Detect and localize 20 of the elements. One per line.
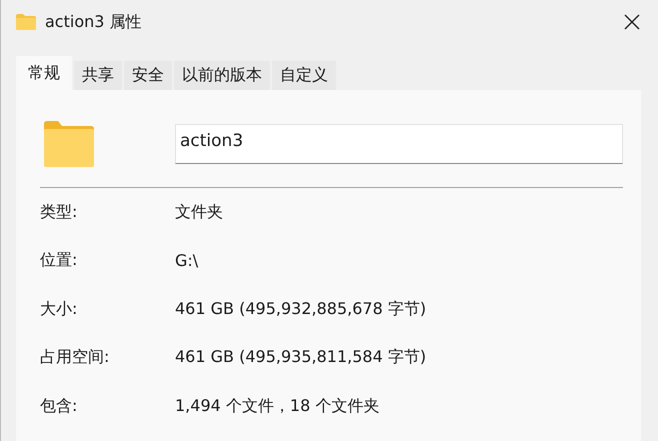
tab[interactable]: 常规 <box>16 56 72 90</box>
property-value: 461 GB (495,932,885,678 字节) <box>175 298 426 320</box>
property-label: 类型: <box>40 202 78 223</box>
name-field[interactable]: action3 <box>175 124 623 164</box>
folder-icon <box>16 14 36 30</box>
property-label: 大小: <box>40 298 78 320</box>
tab[interactable]: 共享 <box>74 61 122 90</box>
tab[interactable]: 自定义 <box>272 61 336 90</box>
window-title: action3 属性 <box>45 12 143 32</box>
property-value: 461 GB (495,935,811,584 字节) <box>175 347 426 368</box>
property-value: G:\ <box>175 251 198 270</box>
tab[interactable]: 安全 <box>124 61 172 90</box>
property-label: 包含: <box>40 396 78 417</box>
property-label: 占用空间: <box>40 347 110 368</box>
property-label: 位置: <box>40 250 78 272</box>
property-value: 1,494 个文件，18 个文件夹 <box>175 396 380 417</box>
close-icon <box>624 14 640 30</box>
tab[interactable]: 以前的版本 <box>174 61 270 90</box>
property-value: 文件夹 <box>175 202 223 223</box>
folder-icon <box>44 120 94 166</box>
